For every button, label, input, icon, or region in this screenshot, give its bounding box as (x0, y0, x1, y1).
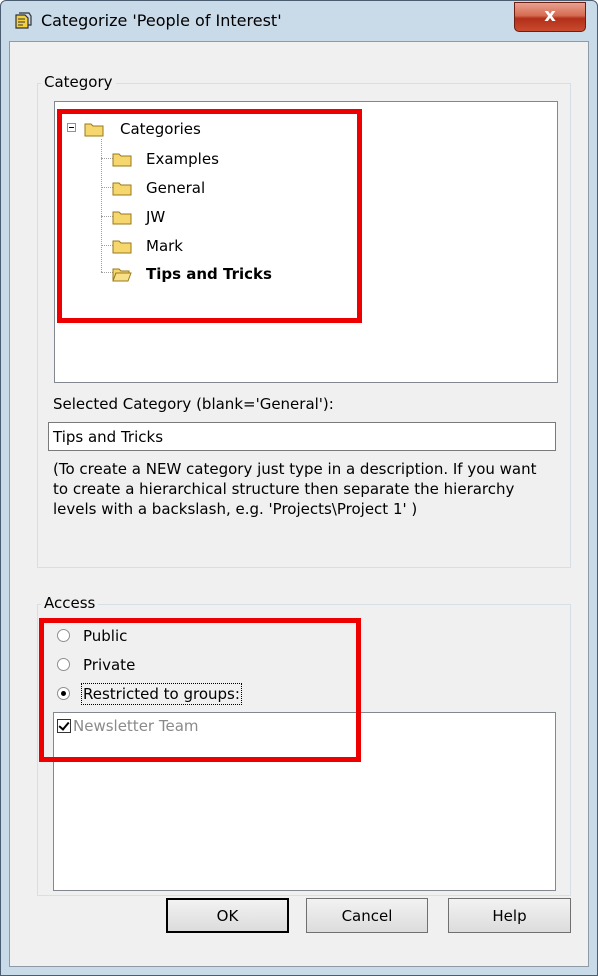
access-group-label: Access (41, 594, 99, 612)
public-radio-label[interactable]: Public (83, 627, 127, 645)
help-button[interactable]: Help (448, 898, 571, 933)
dialog-window: Categorize 'People of Interest' x Catego… (0, 0, 598, 976)
ok-button[interactable]: OK (166, 898, 289, 933)
category-app-icon (15, 12, 32, 29)
window-title: Categorize 'People of Interest' (41, 11, 282, 30)
selected-category-label: Selected Category (blank='General'): (53, 395, 334, 413)
category-group-label: Category (41, 73, 116, 91)
private-radio[interactable] (57, 658, 70, 671)
tree-item-jw[interactable]: JW (112, 205, 272, 231)
tree-item-tips-and-tricks[interactable]: Tips and Tricks (112, 262, 292, 288)
folder-icon (84, 123, 104, 137)
selected-category-input[interactable]: Tips and Tricks (48, 422, 556, 451)
tree-item-categories[interactable]: Categories (84, 117, 284, 143)
tree-item-label: Examples (146, 150, 219, 168)
folder-icon (112, 211, 132, 225)
close-icon: x (544, 5, 556, 26)
tree-item-label: General (146, 179, 206, 197)
newsletter-team-checkbox[interactable] (57, 719, 71, 733)
private-radio-label[interactable]: Private (83, 656, 135, 674)
tree-item-label: JW (146, 208, 166, 226)
tree-item-label: Mark (146, 237, 183, 255)
tree-item-examples[interactable]: Examples (112, 147, 272, 173)
tree-collapse-toggle[interactable] (67, 123, 76, 132)
restricted-radio[interactable] (57, 687, 70, 700)
cancel-button[interactable]: Cancel (306, 898, 428, 933)
list-item[interactable]: Newsletter Team (54, 713, 354, 739)
folder-icon (112, 153, 132, 167)
group-name: Newsletter Team (73, 717, 199, 735)
category-help-text: (To create a NEW category just type in a… (53, 460, 537, 518)
tree-item-label: Categories (120, 120, 201, 138)
public-radio[interactable] (57, 629, 70, 642)
title-bar[interactable]: Categorize 'People of Interest' x (1, 1, 597, 41)
tree-item-general[interactable]: General (112, 176, 272, 202)
tree-item-mark[interactable]: Mark (112, 234, 272, 260)
close-button[interactable]: x (514, 2, 586, 32)
open-folder-icon (112, 268, 132, 282)
folder-icon (112, 240, 132, 254)
tree-item-label: Tips and Tricks (146, 265, 272, 283)
groups-list[interactable]: Newsletter Team (53, 712, 556, 891)
folder-icon (112, 182, 132, 196)
restricted-radio-label[interactable]: Restricted to groups: (81, 683, 242, 705)
